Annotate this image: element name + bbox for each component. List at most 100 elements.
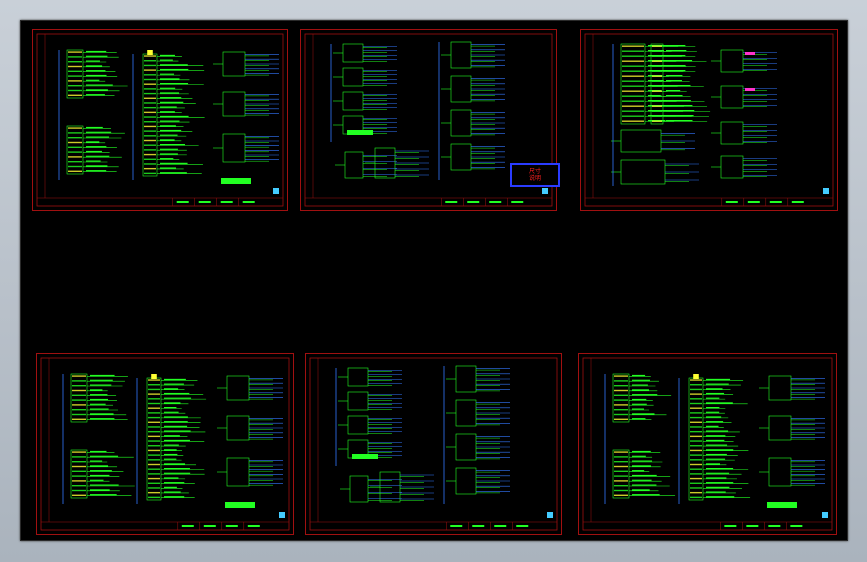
terminal-row [652, 120, 662, 122]
wire-label [86, 50, 107, 53]
wire-label [90, 379, 113, 381]
terminal-row [652, 100, 662, 102]
wire-label [164, 435, 180, 437]
wire-label [86, 89, 108, 91]
title-block-text-mark [769, 201, 782, 203]
terminal-row [148, 473, 160, 475]
relay-group [344, 151, 364, 179]
terminal-row [622, 90, 644, 92]
drawing-sheet-5[interactable] [305, 353, 562, 535]
wire-label [90, 408, 109, 410]
wire-label [164, 407, 177, 409]
module-block [142, 53, 158, 177]
terminal-row [690, 491, 702, 494]
terminal-row [690, 402, 702, 405]
terminal-row [148, 482, 160, 484]
terminal-row [614, 413, 628, 416]
wire-label [706, 383, 729, 385]
wire-label [706, 453, 727, 456]
wire-label [632, 460, 653, 462]
title-block-text-mark [494, 525, 507, 527]
terminal-row [148, 468, 160, 470]
wire-label [160, 167, 177, 169]
terminal-row [690, 416, 702, 419]
dimension-note-box[interactable]: 尺寸 说明 [510, 163, 560, 187]
wire-label [666, 105, 693, 107]
wire-label [632, 474, 657, 477]
wire-label [86, 165, 108, 167]
wire-label [666, 50, 687, 52]
relay-group [226, 375, 250, 401]
drawing-sheet-4[interactable] [36, 353, 294, 535]
terminal-row [690, 426, 702, 428]
terminal-row [148, 398, 160, 400]
terminal-row [622, 55, 644, 57]
terminal-row [148, 459, 160, 461]
wire-label [160, 158, 174, 160]
terminal-row [614, 409, 628, 411]
group-caption [767, 502, 797, 508]
relay-group [342, 43, 364, 63]
terminal-row [144, 139, 156, 142]
title-block-text-mark [198, 201, 211, 203]
wire-label [632, 418, 646, 420]
wire-label [632, 398, 647, 401]
terminal-row [652, 65, 662, 67]
terminal-row [148, 449, 160, 452]
wire-label [666, 65, 686, 67]
wire-label [666, 70, 686, 72]
wire-label [706, 421, 724, 423]
terminal-row [690, 463, 702, 466]
terminal-row [690, 379, 702, 381]
terminal-row [144, 163, 156, 165]
relay-group [620, 129, 662, 153]
terminal-row [68, 137, 82, 139]
wire-label [666, 110, 695, 112]
wire-label [666, 55, 686, 57]
terminal-row [144, 92, 156, 95]
terminal-row [144, 135, 156, 137]
terminal-row [148, 407, 160, 409]
wire-label [160, 83, 189, 85]
terminal-row [144, 158, 156, 160]
terminal-row [622, 45, 644, 47]
terminal-row [614, 475, 628, 477]
terminal-row [614, 394, 628, 396]
wire-label [164, 383, 184, 385]
terminal-row [72, 404, 86, 406]
wire-label [86, 94, 105, 96]
cad-drawing-viewport[interactable]: 尺寸 说明 [20, 20, 848, 541]
terminal-row [622, 85, 644, 87]
terminal-row [144, 83, 156, 85]
terminal-row [614, 494, 628, 496]
terminal-row [68, 70, 82, 72]
drawing-sheet-3[interactable] [580, 29, 838, 211]
terminal-row [144, 78, 156, 81]
relay-group [455, 399, 477, 427]
terminal-row [68, 94, 82, 96]
terminal-row [68, 75, 82, 77]
terminal-row [68, 156, 82, 158]
terminal-row [622, 80, 644, 82]
drawing-sheet-6[interactable] [578, 353, 837, 535]
terminal-row [68, 56, 82, 58]
drawing-sheet-1[interactable] [32, 29, 288, 211]
wire-label [160, 68, 189, 71]
wire-label [160, 139, 175, 141]
wire-label [86, 126, 103, 129]
wire-label [164, 425, 188, 427]
relay-group [620, 159, 666, 185]
module-block [146, 377, 162, 501]
wire-label [164, 402, 181, 404]
highlight-mark [745, 52, 755, 55]
relay-group [226, 457, 250, 487]
terminal-row [68, 127, 82, 129]
terminal-row [72, 389, 86, 392]
terminal-row [622, 75, 644, 77]
terminal-row [144, 149, 156, 151]
title-block-text-mark [225, 525, 238, 527]
wire-label [164, 439, 190, 442]
title-block-text-mark [511, 201, 524, 203]
terminal-row [614, 418, 628, 420]
terminal-row [68, 85, 82, 87]
